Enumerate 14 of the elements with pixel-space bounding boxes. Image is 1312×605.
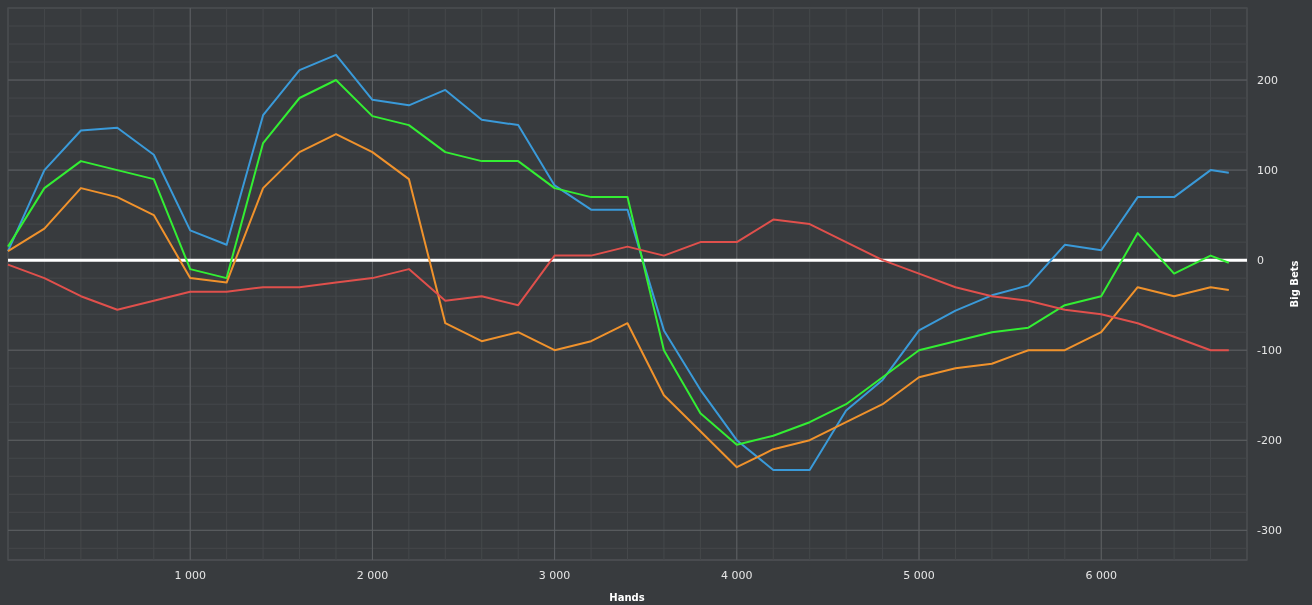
- x-tick-label: 4 000: [721, 569, 753, 582]
- y-axis-title: Big Bets: [1289, 260, 1300, 308]
- x-axis-title: Hands: [609, 592, 645, 603]
- y-tick-label: 100: [1257, 164, 1278, 178]
- x-tick-label: 1 000: [174, 569, 206, 582]
- x-tick-label: 5 000: [903, 569, 935, 582]
- y-tick-label: 0: [1257, 254, 1264, 268]
- x-tick-label: 6 000: [1085, 569, 1117, 582]
- y-tick-label: -100: [1257, 344, 1282, 358]
- y-tick-label: -300: [1257, 524, 1282, 538]
- x-tick-label: 2 000: [356, 569, 389, 582]
- x-tick-label: 3 000: [538, 569, 571, 582]
- y-tick-label: -200: [1257, 434, 1282, 448]
- y-tick-label: 200: [1257, 74, 1278, 88]
